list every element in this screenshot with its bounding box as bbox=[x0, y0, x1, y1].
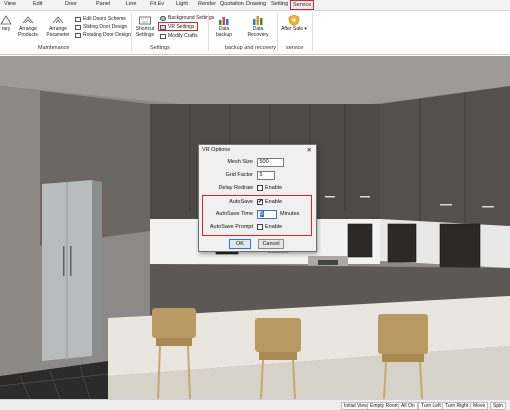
background-settings-icon bbox=[160, 15, 166, 21]
autosave-prompt-label: AutoSave Prompt bbox=[209, 224, 253, 230]
edit-doors-icon bbox=[75, 16, 81, 22]
move-button[interactable]: Move bbox=[470, 401, 489, 410]
arrange-parameter-label: Arrange Parameter bbox=[46, 26, 70, 38]
data-backup-icon bbox=[219, 17, 229, 25]
menu-render[interactable]: Render bbox=[198, 1, 216, 7]
ok-button[interactable]: OK bbox=[229, 239, 251, 249]
ribbon-toolbar: rary Arrange Products Arrange Parameter … bbox=[0, 11, 510, 55]
mesh-size-input[interactable]: 500 bbox=[257, 158, 284, 167]
modify-crafts-label: Modify Crafts bbox=[168, 33, 198, 39]
autosave-label: AutoSave bbox=[229, 199, 253, 205]
close-icon[interactable]: ✕ bbox=[307, 146, 312, 154]
arrange-parameter-icon bbox=[52, 16, 64, 24]
dialog-title: VR Options bbox=[202, 147, 231, 153]
autosave-time-unit: Minutes bbox=[280, 211, 300, 217]
after-sale-label: After Sale ▾ bbox=[281, 26, 307, 32]
menu-door[interactable]: Door bbox=[65, 1, 77, 7]
arrange-products-icon bbox=[22, 16, 34, 24]
data-backup-button[interactable]: Data backup bbox=[210, 14, 238, 38]
all-on-button[interactable]: All On bbox=[398, 401, 418, 410]
keyboard-icon bbox=[139, 16, 151, 25]
spin-button[interactable]: Spin bbox=[490, 401, 507, 410]
arrange-products-button[interactable]: Arrange Products bbox=[16, 14, 40, 38]
delay-redraw-checkbox[interactable] bbox=[257, 185, 263, 191]
library-icon bbox=[0, 15, 12, 25]
menu-fit-ev[interactable]: Fit Ev bbox=[150, 1, 164, 7]
grid-factor-label: Grid Factor bbox=[225, 172, 253, 178]
menu-light[interactable]: Light bbox=[176, 1, 188, 7]
autosave-enable-label: Enable bbox=[265, 199, 283, 205]
vr-options-dialog: VR Options ✕ Mesh Size 500 Grid Factor 5… bbox=[198, 144, 317, 252]
menu-quotation[interactable]: Quotation bbox=[220, 1, 244, 7]
sliding-door-icon bbox=[75, 24, 81, 30]
data-recovery-label: Data Recovery bbox=[247, 26, 269, 38]
modify-crafts-button[interactable]: Modify Crafts bbox=[160, 33, 197, 39]
shortcut-settings-label: Shortcut Settings bbox=[135, 26, 155, 38]
group-label-service: service bbox=[286, 45, 304, 51]
library-label: rary bbox=[1, 26, 11, 32]
delay-redraw-enable-label: Enable bbox=[265, 185, 283, 191]
menu-edit[interactable]: Edit bbox=[33, 1, 42, 7]
menu-bar: View Edit Door Panel Line Fit Ev Light R… bbox=[0, 0, 510, 11]
delay-redraw-label: Delay Redraw bbox=[218, 185, 253, 191]
empty-room-button[interactable]: Empty Room bbox=[367, 401, 402, 410]
grid-factor-input[interactable]: 5 bbox=[257, 171, 275, 180]
data-backup-label: Data backup bbox=[215, 26, 233, 38]
background-settings-button[interactable]: Background Settings bbox=[160, 15, 214, 21]
status-bar: Initial View Empty Room All On Turn Left… bbox=[0, 399, 510, 410]
turn-right-button[interactable]: Turn Right bbox=[442, 401, 472, 410]
modify-crafts-icon bbox=[160, 33, 166, 39]
autosave-time-input[interactable]: 5 bbox=[257, 210, 277, 219]
autosave-prompt-enable-label: Enable bbox=[265, 224, 283, 230]
menu-line[interactable]: Line bbox=[126, 1, 136, 7]
cancel-button[interactable]: Cancel bbox=[258, 239, 284, 249]
ribbon-separator bbox=[208, 13, 209, 51]
shortcut-settings-button[interactable]: Shortcut Settings bbox=[134, 14, 156, 38]
group-label-settings: Settings bbox=[150, 45, 170, 51]
data-recovery-icon bbox=[253, 16, 263, 25]
arrange-parameter-button[interactable]: Arrange Parameter bbox=[45, 14, 71, 38]
vr-settings-highlight bbox=[158, 22, 198, 31]
group-label-backup: backup and recovery bbox=[225, 45, 277, 51]
after-sale-button[interactable]: After Sale ▾ bbox=[280, 14, 308, 33]
menu-drawing[interactable]: Drawing bbox=[246, 1, 266, 7]
data-recovery-button[interactable]: Data Recovery bbox=[242, 14, 274, 38]
edit-doors-scheme-label: Edit Doors Scheme bbox=[83, 16, 127, 22]
ribbon-separator bbox=[277, 13, 278, 51]
sliding-door-design-button[interactable]: Sliding Door Design bbox=[75, 24, 127, 30]
rotating-door-design-label: Rotating Door Design bbox=[83, 32, 131, 38]
ribbon-separator bbox=[131, 13, 132, 51]
library-button[interactable]: rary bbox=[0, 14, 16, 33]
turn-left-button[interactable]: Turn Left bbox=[418, 401, 444, 410]
rotating-door-design-button[interactable]: Rotating Door Design bbox=[75, 32, 131, 38]
sliding-door-design-label: Sliding Door Design bbox=[83, 24, 128, 30]
autosave-checkbox[interactable]: ✔ bbox=[257, 199, 263, 205]
autosave-prompt-checkbox[interactable] bbox=[257, 224, 263, 230]
mesh-size-label: Mesh Size bbox=[227, 159, 253, 165]
rotating-door-icon bbox=[75, 32, 81, 38]
menu-panel[interactable]: Panel bbox=[96, 1, 110, 7]
menu-setting[interactable]: Setting bbox=[271, 1, 288, 7]
arrange-products-label: Arrange Products bbox=[18, 26, 38, 38]
edit-doors-scheme-button[interactable]: Edit Doors Scheme bbox=[75, 16, 126, 22]
menu-view[interactable]: View bbox=[4, 1, 16, 7]
group-label-maintenance: Maintenance bbox=[38, 45, 70, 51]
ribbon-separator bbox=[312, 13, 313, 51]
autosave-time-value: 5 bbox=[259, 211, 264, 217]
shield-icon bbox=[288, 14, 300, 26]
menu-service[interactable]: Service bbox=[290, 0, 315, 10]
autosave-time-label: AutoSave Time bbox=[215, 211, 253, 217]
